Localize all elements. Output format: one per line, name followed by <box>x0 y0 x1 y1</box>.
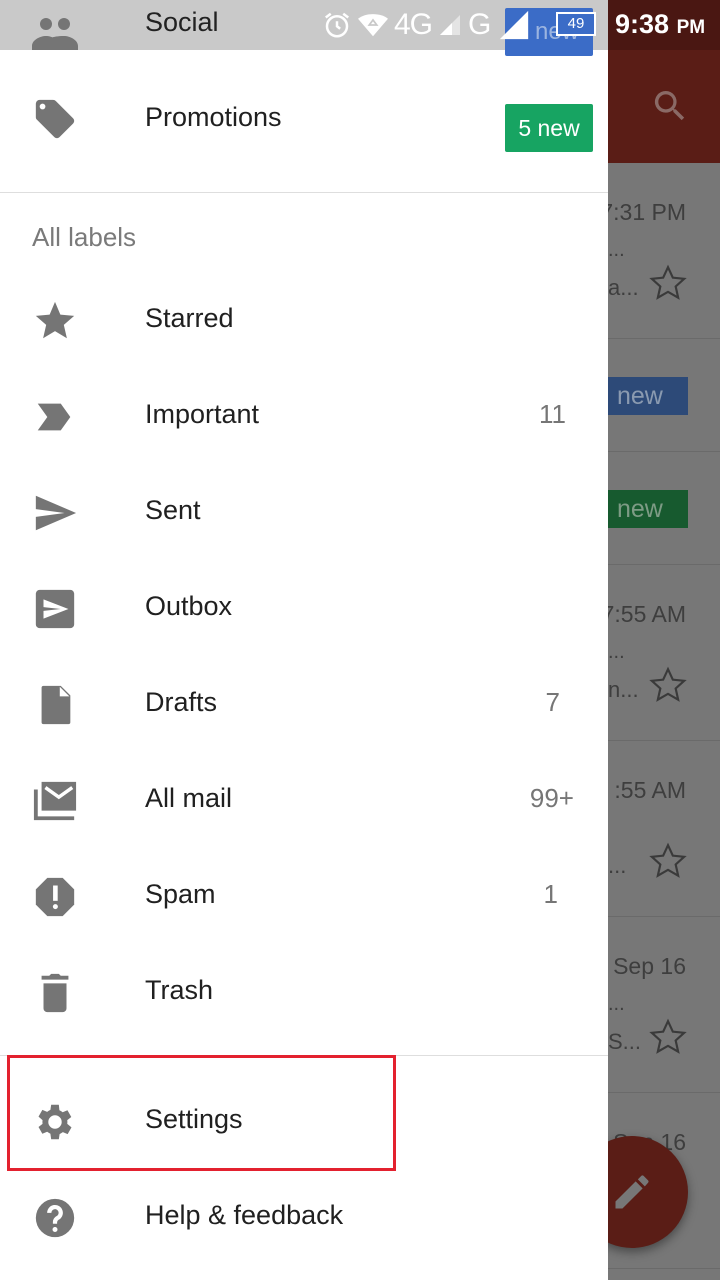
drawer-item-sent[interactable]: Sent <box>0 464 608 560</box>
spam-icon <box>35 877 75 917</box>
drawer-item-label: Starred <box>145 303 234 333</box>
star-outline-icon[interactable] <box>648 665 688 705</box>
row-snippet: S... <box>608 1029 642 1054</box>
drawer-item-label: Promotions <box>145 102 282 132</box>
section-label-all-labels: All labels <box>32 222 137 252</box>
signal-icon <box>440 15 461 35</box>
drawer-item-label: Drafts <box>145 687 218 717</box>
drawer-item-spam[interactable]: Spam 1 <box>0 848 608 944</box>
star-outline-icon[interactable] <box>648 1017 688 1057</box>
row-time: :55 AM <box>614 777 686 803</box>
signal-icon-2 <box>500 10 529 40</box>
drawer-item-label: Spam <box>145 879 216 909</box>
drawer-item-help-feedback[interactable]: Help & feedback <box>0 1169 608 1265</box>
trash-icon <box>41 973 69 1013</box>
drawer-item-important[interactable]: Important 11 <box>0 368 608 464</box>
status-clock: 9:38 PM <box>615 9 705 40</box>
clock-ampm: PM <box>676 17 706 38</box>
divider <box>0 1055 608 1056</box>
drawer-item-drafts[interactable]: Drafts 7 <box>0 656 608 752</box>
drawer-item-label: Important <box>145 399 260 429</box>
new-count-badge: 5 new <box>505 104 593 152</box>
drawer-item-label: Help & feedback <box>145 1200 344 1230</box>
drawer-item-label: Social <box>145 7 219 37</box>
drawer-item-label: All mail <box>145 783 233 813</box>
drawer-item-trash[interactable]: Trash <box>0 944 608 1040</box>
all-mail-icon <box>33 781 77 821</box>
wifi-icon <box>358 14 388 37</box>
drawer-item-settings[interactable]: Settings <box>0 1073 608 1169</box>
search-icon[interactable] <box>650 86 690 126</box>
row-dots: ... <box>608 239 625 261</box>
row-snippet: a... <box>608 275 639 300</box>
row-new-badge: new <box>600 490 688 528</box>
unread-count: 1 <box>543 879 558 909</box>
row-time: 7:55 AM <box>601 601 686 627</box>
star-outline-icon[interactable] <box>648 263 688 303</box>
status-icons: 4G G <box>322 8 531 42</box>
row-snippet: n... <box>608 677 639 702</box>
network-type-label-2: G <box>468 8 492 41</box>
row-dots: ... <box>608 641 625 663</box>
people-icon <box>32 18 78 50</box>
drawer-item-label: Settings <box>145 1104 243 1134</box>
drawer-item-outbox[interactable]: Outbox <box>0 560 608 656</box>
star-outline-icon[interactable] <box>648 841 688 881</box>
gear-icon <box>38 1104 72 1140</box>
battery-level: 49 <box>567 15 585 32</box>
unread-count: 11 <box>539 399 566 429</box>
drawer-item-label: Outbox <box>145 591 233 621</box>
navigation-drawer: Social Promotions 5 new All labels Starr… <box>0 0 608 1280</box>
important-icon <box>37 403 71 431</box>
alarm-icon <box>325 12 349 38</box>
network-type-label: 4G <box>394 8 433 41</box>
drawer-item-label: Trash <box>145 975 214 1005</box>
drawer-item-all-mail[interactable]: All mail 99+ <box>0 752 608 848</box>
clock-time: 9:38 <box>615 9 670 39</box>
pencil-icon <box>615 1175 649 1209</box>
draft-icon <box>41 685 71 725</box>
drawer-item-label: Sent <box>145 495 201 525</box>
outbox-icon <box>35 589 75 629</box>
row-time: 7:31 PM <box>600 199 686 225</box>
unread-count: 7 <box>545 687 560 717</box>
star-icon <box>35 301 75 339</box>
row-snippet: ... <box>608 853 627 878</box>
battery-icon: 49 <box>556 12 596 36</box>
row-new-badge: new <box>600 377 688 415</box>
row-time: Sep 16 <box>613 953 686 979</box>
divider <box>0 192 608 193</box>
tag-icon <box>35 99 75 139</box>
send-icon <box>35 495 77 531</box>
row-dots: ... <box>608 993 625 1015</box>
unread-count: 99+ <box>529 783 574 813</box>
drawer-item-starred[interactable]: Starred <box>0 272 608 368</box>
help-icon <box>35 1198 75 1238</box>
drawer-item-promotions[interactable]: Promotions 5 new <box>0 70 608 166</box>
